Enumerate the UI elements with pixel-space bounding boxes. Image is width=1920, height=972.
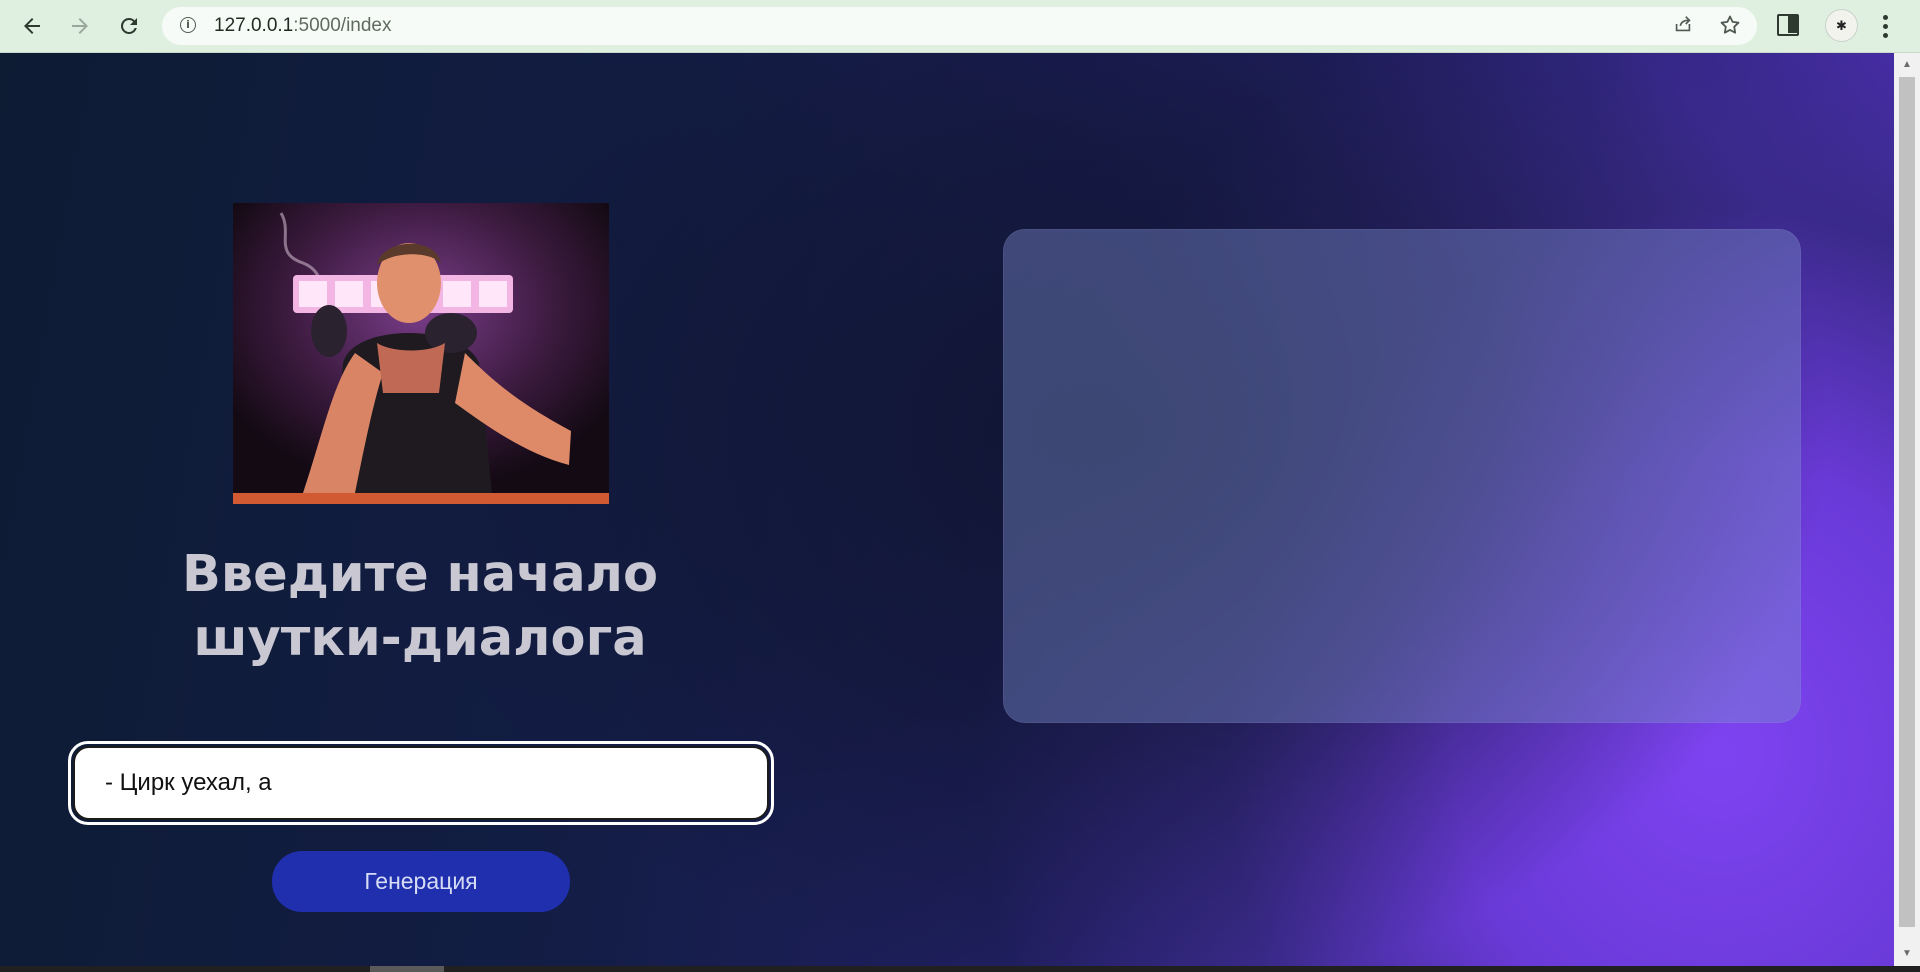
vertical-scroll-thumb[interactable]: [1899, 77, 1915, 927]
arrow-right-icon: [72, 18, 88, 34]
horizontal-scroll-thumb[interactable]: [370, 966, 444, 972]
result-text: [1003, 229, 1801, 289]
scroll-down-arrow-icon[interactable]: ▼: [1894, 944, 1920, 964]
smoking-man-illustration: [233, 203, 609, 504]
arrow-left-icon: [24, 18, 40, 34]
joke-input-frame: [68, 741, 774, 825]
address-bar[interactable]: i 127.0.0.1:5000/index: [162, 7, 1757, 45]
hero-illustration: [233, 203, 609, 504]
back-button[interactable]: [15, 9, 49, 43]
forward-button[interactable]: [63, 9, 97, 43]
result-panel: [1003, 229, 1801, 723]
url-host: 127.0.0.1: [214, 15, 294, 36]
reload-button[interactable]: [112, 9, 146, 43]
side-panel-icon[interactable]: [1777, 14, 1799, 36]
generate-button[interactable]: Генерация: [272, 851, 570, 912]
page-viewport: Введите начало шутки-диалога Генерация: [0, 53, 1894, 966]
url-text[interactable]: 127.0.0.1:5000/index: [214, 15, 392, 37]
reload-icon: [121, 18, 137, 34]
joke-start-input[interactable]: [73, 746, 769, 820]
url-path: :5000/index: [293, 15, 392, 36]
profile-avatar[interactable]: ✱: [1826, 10, 1857, 41]
star-icon[interactable]: [1717, 13, 1743, 39]
more-vert-icon[interactable]: [1873, 11, 1897, 41]
share-icon[interactable]: [1670, 13, 1696, 39]
page-heading: Введите начало шутки-диалога: [181, 545, 659, 668]
scroll-up-arrow-icon[interactable]: ▲: [1894, 55, 1920, 75]
info-icon[interactable]: i: [180, 17, 196, 33]
browser-toolbar: i 127.0.0.1:5000/index ✱: [0, 0, 1920, 53]
horizontal-scrollbar[interactable]: [0, 966, 1920, 972]
vertical-scrollbar[interactable]: ▲ ▼: [1894, 53, 1920, 966]
